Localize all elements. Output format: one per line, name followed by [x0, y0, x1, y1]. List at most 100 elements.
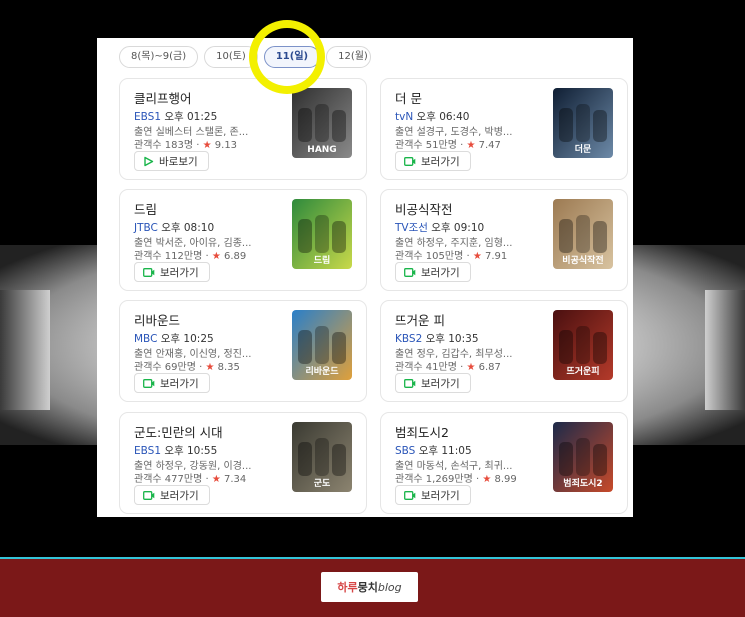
- program-title[interactable]: 클리프행어: [134, 88, 192, 107]
- watch-button[interactable]: 보러가기: [134, 373, 210, 393]
- program-schedule: JTBC 오후 08:10: [134, 220, 214, 235]
- audience-count: 관객수 51만명: [395, 140, 457, 151]
- watch-button-label: 보러가기: [421, 155, 460, 168]
- program-title[interactable]: 더 문: [395, 88, 422, 107]
- program-card[interactable]: 뜨거운 피 KBS2 오후 10:35 출연 정우, 김갑수, 최무성... 관객수 …: [380, 300, 628, 402]
- audience-rating: 관객수 41만명 · ★ 6.87: [395, 362, 501, 373]
- rating-value: 8.99: [494, 474, 517, 485]
- watch-button[interactable]: 보러가기: [134, 262, 210, 282]
- channel-name[interactable]: tvN: [395, 111, 413, 123]
- tv-icon: [404, 378, 416, 388]
- program-schedule: tvN 오후 06:40: [395, 109, 469, 124]
- channel-name[interactable]: KBS2: [395, 333, 422, 345]
- program-card[interactable]: 범죄도시2 SBS 오후 11:05 출연 마동석, 손석구, 최귀... 관객수 1…: [380, 412, 628, 514]
- audience-count: 관객수 477만명: [134, 474, 203, 485]
- program-schedule: SBS 오후 11:05: [395, 443, 472, 458]
- poster-thumbnail[interactable]: 범죄도시2: [553, 422, 613, 492]
- poster-thumbnail[interactable]: 더문: [553, 88, 613, 158]
- audience-rating: 관객수 477만명 · ★ 7.34: [134, 474, 247, 485]
- poster-thumbnail[interactable]: 군도: [292, 422, 352, 492]
- channel-name[interactable]: MBC: [134, 333, 157, 345]
- rating-value: 7.34: [223, 474, 247, 485]
- watch-button-label: 보러가기: [160, 266, 199, 279]
- star-icon: ★: [466, 362, 476, 373]
- rating-value: 8.35: [217, 362, 240, 373]
- poster-text: HANG: [307, 145, 336, 155]
- blog-logo[interactable]: 하루뭉치blog: [321, 572, 418, 602]
- program-schedule: MBC 오후 10:25: [134, 331, 214, 346]
- program-card[interactable]: 리바운드 MBC 오후 10:25 출연 안재홍, 이신영, 정진... 관객수 69…: [119, 300, 367, 402]
- poster-text: 더문: [575, 143, 592, 155]
- program-title[interactable]: 리바운드: [134, 310, 180, 329]
- program-schedule: KBS2 오후 10:35: [395, 331, 479, 346]
- background-stage: 8(목)~9(금) 10(토) 11(일) 12(월) 클리프행어 EBS1 오후…: [0, 0, 745, 557]
- program-card[interactable]: 더 문 tvN 오후 06:40 출연 설경구, 도경수, 박병... 관객수 51만…: [380, 78, 628, 180]
- poster-thumbnail[interactable]: 리바운드: [292, 310, 352, 380]
- star-icon: ★: [482, 474, 492, 485]
- audience-rating: 관객수 1,269만명 · ★ 8.99: [395, 474, 517, 485]
- program-card[interactable]: 비공식작전 TV조선 오후 09:10 출연 하정우, 주지훈, 임형... 관객수 …: [380, 189, 628, 291]
- air-time: 오후 10:35: [425, 333, 479, 345]
- poster-thumbnail[interactable]: 드림: [292, 199, 352, 269]
- channel-name[interactable]: JTBC: [134, 222, 158, 234]
- audience-count: 관객수 105만명: [395, 251, 464, 262]
- tv-icon: [404, 267, 416, 277]
- watch-button-label: 보러가기: [421, 266, 460, 279]
- watch-button-label: 보러가기: [160, 489, 199, 502]
- watch-button-label: 보러가기: [160, 377, 199, 390]
- channel-name[interactable]: TV조선: [395, 222, 428, 234]
- air-time: 오후 01:25: [164, 111, 218, 123]
- star-icon: ★: [211, 251, 221, 262]
- date-tab[interactable]: 12(월): [326, 46, 371, 68]
- watch-button-label: 보러가기: [421, 489, 460, 502]
- logo-text-part: blog: [377, 581, 402, 594]
- poster-thumbnail[interactable]: 비공식작전: [553, 199, 613, 269]
- watch-button-label: 보러가기: [421, 377, 460, 390]
- watch-button[interactable]: 보러가기: [395, 485, 471, 505]
- rating-value: 6.87: [478, 362, 501, 373]
- watch-button[interactable]: 보러가기: [395, 373, 471, 393]
- channel-name[interactable]: EBS1: [134, 111, 161, 123]
- watch-button[interactable]: 바로보기: [134, 151, 209, 171]
- tv-icon: [404, 156, 416, 166]
- background-left-panel: [0, 290, 50, 410]
- date-tab[interactable]: 8(목)~9(금): [119, 46, 199, 68]
- channel-name[interactable]: EBS1: [134, 445, 161, 457]
- background-right-panel: [705, 290, 745, 410]
- program-title[interactable]: 군도:민란의 시대: [134, 422, 223, 441]
- program-card[interactable]: 클리프행어 EBS1 오후 01:25 출연 실베스터 스탤론, 존... 관객수 1…: [119, 78, 367, 180]
- air-time: 오후 06:40: [416, 111, 470, 123]
- program-card[interactable]: 드림 JTBC 오후 08:10 출연 박서준, 아이유, 김종... 관객수 112…: [119, 189, 367, 291]
- watch-button[interactable]: 보러가기: [395, 151, 471, 171]
- channel-name[interactable]: SBS: [395, 445, 415, 457]
- air-time: 오후 10:25: [160, 333, 214, 345]
- audience-count: 관객수 69만명: [134, 362, 196, 373]
- audience-count: 관객수 1,269만명: [395, 474, 473, 485]
- poster-thumbnail[interactable]: HANG: [292, 88, 352, 158]
- program-title[interactable]: 뜨거운 피: [395, 310, 445, 329]
- poster-text: 드림: [314, 254, 331, 266]
- program-title[interactable]: 비공식작전: [395, 199, 453, 218]
- program-card[interactable]: 군도:민란의 시대 EBS1 오후 10:55 출연 하정우, 강동원, 이경...…: [119, 412, 367, 514]
- program-title[interactable]: 드림: [134, 199, 157, 218]
- audience-count: 관객수 41만명: [395, 362, 457, 373]
- program-title[interactable]: 범죄도시2: [395, 422, 449, 441]
- poster-thumbnail[interactable]: 뜨거운피: [553, 310, 613, 380]
- air-time: 오후 09:10: [431, 222, 485, 234]
- rating-value: 7.91: [484, 251, 508, 262]
- watch-button[interactable]: 보러가기: [134, 485, 210, 505]
- audience-count: 관객수 112만명: [134, 251, 203, 262]
- watch-button[interactable]: 보러가기: [395, 262, 471, 282]
- air-time: 오후 11:05: [418, 445, 472, 457]
- rating-value: 6.89: [223, 251, 247, 262]
- program-schedule: EBS1 오후 10:55: [134, 443, 217, 458]
- poster-text: 리바운드: [305, 365, 339, 377]
- tv-icon: [143, 267, 155, 277]
- date-tabs: 8(목)~9(금) 10(토) 11(일) 12(월): [119, 46, 371, 68]
- highlight-circle: [249, 20, 325, 94]
- program-schedule: TV조선 오후 09:10: [395, 220, 484, 235]
- audience-count: 관객수 183명: [134, 140, 194, 151]
- audience-rating: 관객수 69만명 · ★ 8.35: [134, 362, 240, 373]
- audience-rating: 관객수 51만명 · ★ 7.47: [395, 140, 501, 151]
- rating-value: 7.47: [478, 140, 501, 151]
